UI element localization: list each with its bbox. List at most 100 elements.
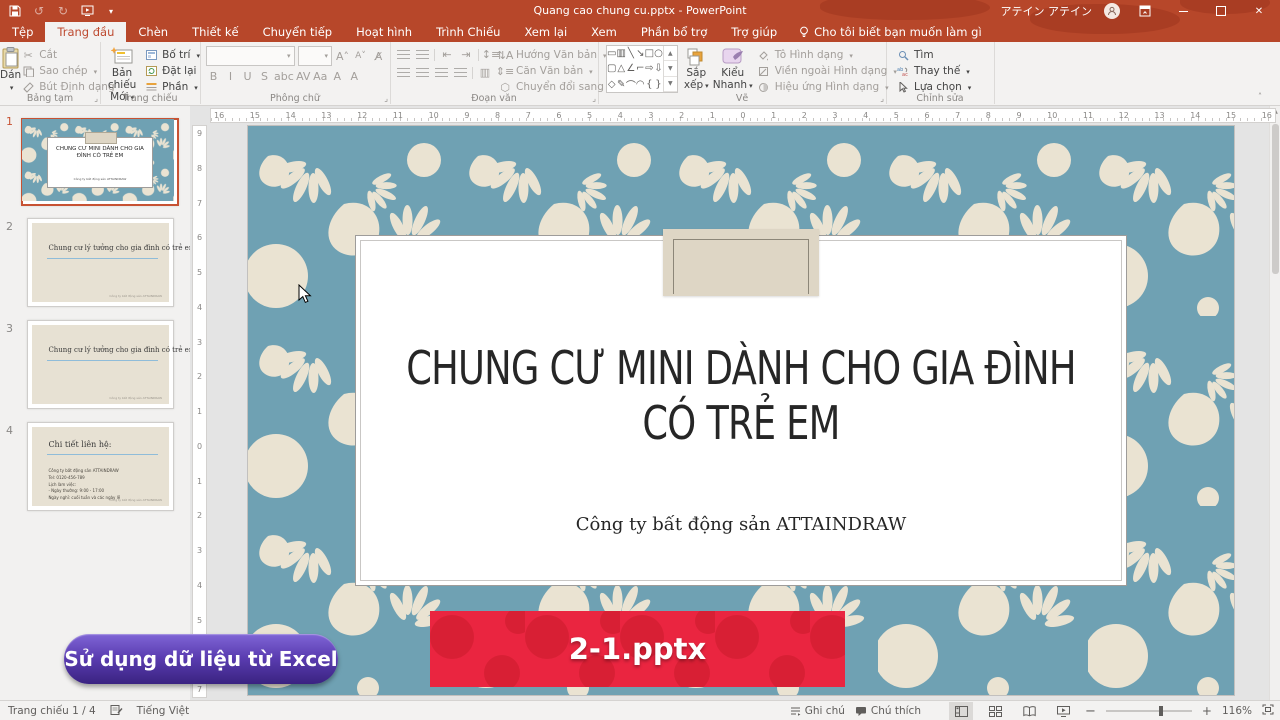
tab-insert[interactable]: Chèn	[126, 22, 180, 42]
restore-button[interactable]	[1208, 0, 1234, 22]
font-format-button[interactable]: Aa	[313, 67, 328, 85]
layout-button[interactable]: Bố trí	[144, 47, 200, 63]
tab-design[interactable]: Thiết kế	[180, 22, 250, 42]
notes-toggle[interactable]: Ghi chú	[790, 705, 845, 717]
zoom-out-button[interactable]: −	[1085, 704, 1096, 719]
comments-toggle[interactable]: Chú thích	[855, 705, 921, 717]
collapse-ribbon-icon[interactable]: ˄	[1258, 92, 1262, 101]
slide-thumbnail-2[interactable]: Chung cư lý tưởng cho gia đình có trẻ em…	[27, 218, 174, 307]
zoom-in-button[interactable]: +	[1202, 704, 1212, 718]
reset-button[interactable]: Đặt lại	[144, 63, 200, 79]
shape-icon[interactable]: ◇	[607, 77, 616, 92]
replace-button[interactable]: abacThay thế	[896, 63, 994, 79]
fit-to-window-icon[interactable]	[1262, 704, 1274, 718]
shape-icon[interactable]: ⌐	[636, 61, 645, 76]
shape-icon[interactable]: ↘	[636, 46, 645, 61]
copy-icon	[21, 65, 35, 78]
slideshow-view-button[interactable]	[1051, 702, 1075, 720]
align-right-icon[interactable]	[434, 66, 448, 79]
tab-home[interactable]: Trang đầu	[45, 22, 126, 42]
font-format-button[interactable]: abc	[274, 67, 294, 85]
bullets-icon[interactable]	[396, 48, 410, 61]
ruler-horizontal: 1615141312111098765432101234567891011121…	[210, 108, 1276, 123]
shape-fill-button[interactable]: Tô Hình dạng	[757, 47, 897, 63]
slide-title[interactable]: CHUNG CƯ MINI DÀNH CHO GIA ĐÌNH CÓ TRẺ E…	[389, 341, 1093, 451]
clipboard-dialog-launcher[interactable]	[94, 94, 98, 103]
shape-icon[interactable]: }	[654, 77, 663, 92]
numbering-icon[interactable]	[415, 48, 429, 61]
increase-font-icon[interactable]: A˄	[335, 47, 350, 65]
shape-icon[interactable]: △	[616, 61, 625, 76]
font-format-button[interactable]: U	[240, 67, 255, 85]
shape-icon[interactable]: ∠	[626, 61, 636, 76]
font-format-button[interactable]: B	[206, 67, 221, 85]
font-format-button[interactable]: A	[330, 67, 345, 85]
shape-icon[interactable]: ✎	[616, 77, 625, 92]
tab-file[interactable]: Tệp	[0, 22, 45, 42]
shapes-gallery[interactable]: ▭▥╲↘□○ ▢△∠⌐⇨⇩ ◇✎⌒◠{} ▲▼▼	[606, 45, 678, 93]
font-format-button[interactable]: AV	[296, 67, 311, 85]
zoom-slider[interactable]	[1106, 710, 1192, 712]
reading-view-button[interactable]	[1017, 702, 1041, 720]
font-format-button[interactable]: A	[347, 67, 362, 85]
normal-view-button[interactable]	[949, 702, 973, 720]
tab-animations[interactable]: Hoạt hình	[344, 22, 424, 42]
ribbon-display-options-icon[interactable]	[1132, 0, 1158, 22]
spell-check-icon[interactable]	[110, 704, 123, 719]
shape-icon[interactable]: {	[645, 77, 654, 92]
slide-sorter-view-button[interactable]	[983, 702, 1007, 720]
slide-thumbnail-3[interactable]: Chung cư lý tưởng cho gia đình có trẻ em…	[27, 320, 174, 409]
shape-outline-icon	[757, 65, 771, 78]
columns-icon[interactable]: ▥	[478, 66, 492, 79]
zoom-slider-thumb[interactable]	[1159, 706, 1163, 716]
increase-indent-icon[interactable]: ⇥	[459, 48, 473, 61]
shape-icon[interactable]: ▥	[616, 46, 625, 61]
slide-thumbnail-1[interactable]: CHUNG CƯ MINI DÀNH CHO GIA ĐÌNH CÓ TRẺ E…	[21, 118, 179, 206]
shape-icon[interactable]: ○	[654, 46, 663, 61]
quick-styles-button[interactable]: Kiểu Nhanh	[715, 42, 751, 91]
tellme-box[interactable]: Cho tôi biết bạn muốn làm gì	[789, 22, 992, 42]
font-name-combo[interactable]	[206, 46, 295, 66]
decrease-font-icon[interactable]: A˅	[353, 47, 368, 65]
close-button[interactable]	[1246, 0, 1272, 22]
clear-formatting-icon[interactable]: A̸	[371, 47, 386, 65]
shape-icon[interactable]: ◠	[636, 77, 645, 92]
shape-icon[interactable]: ╲	[626, 46, 636, 61]
align-center-icon[interactable]	[415, 66, 429, 79]
paste-button[interactable]: Dán	[0, 42, 21, 95]
shape-icon[interactable]: ▭	[607, 46, 616, 61]
arrange-button[interactable]: Sắp xếp	[684, 42, 709, 91]
decrease-indent-icon[interactable]: ⇤	[440, 48, 454, 61]
find-button[interactable]: Tìm	[896, 47, 994, 63]
shape-icon[interactable]: ⌒	[626, 77, 636, 92]
font-size-combo[interactable]	[298, 46, 332, 66]
tab-slideshow[interactable]: Trình Chiếu	[424, 22, 512, 42]
tab-addins[interactable]: Phần bổ trợ	[629, 22, 719, 42]
font-format-button[interactable]: I	[223, 67, 238, 85]
shape-icon[interactable]: ▢	[607, 61, 616, 76]
scrollbar-thumb[interactable]	[1272, 124, 1279, 274]
zoom-level[interactable]: 116%	[1222, 705, 1252, 717]
avatar[interactable]	[1104, 3, 1120, 19]
font-dialog-launcher[interactable]	[384, 94, 388, 103]
tab-view[interactable]: Xem	[579, 22, 629, 42]
drawing-dialog-launcher[interactable]	[880, 94, 884, 103]
language-indicator[interactable]: Tiếng Việt	[137, 705, 190, 717]
shape-outline-button[interactable]: Viền ngoài Hình dạng	[757, 63, 897, 79]
justify-icon[interactable]	[453, 66, 467, 79]
slide-thumbnail-4[interactable]: Chi tiết liên hệ: Công ty bất động sản A…	[27, 422, 174, 511]
paragraph-dialog-launcher[interactable]	[592, 94, 596, 103]
shape-icon[interactable]: □	[645, 46, 654, 61]
ruler-number: 4	[197, 581, 202, 590]
align-left-icon[interactable]	[396, 66, 410, 79]
font-format-button[interactable]: S	[257, 67, 272, 85]
slide-subtitle[interactable]: Công ty bất động sản ATTAINDRAW	[248, 514, 1234, 535]
minimize-button[interactable]	[1170, 0, 1196, 22]
tab-transitions[interactable]: Chuyển tiếp	[251, 22, 345, 42]
shape-icon[interactable]: ⇩	[654, 61, 663, 76]
shapes-gallery-scroll[interactable]: ▲▼▼	[663, 46, 677, 92]
vertical-scrollbar[interactable]: ▲	[1269, 106, 1280, 700]
tab-review[interactable]: Xem lại	[512, 22, 579, 42]
shape-icon[interactable]: ⇨	[645, 61, 654, 76]
tab-help[interactable]: Trợ giúp	[719, 22, 789, 42]
